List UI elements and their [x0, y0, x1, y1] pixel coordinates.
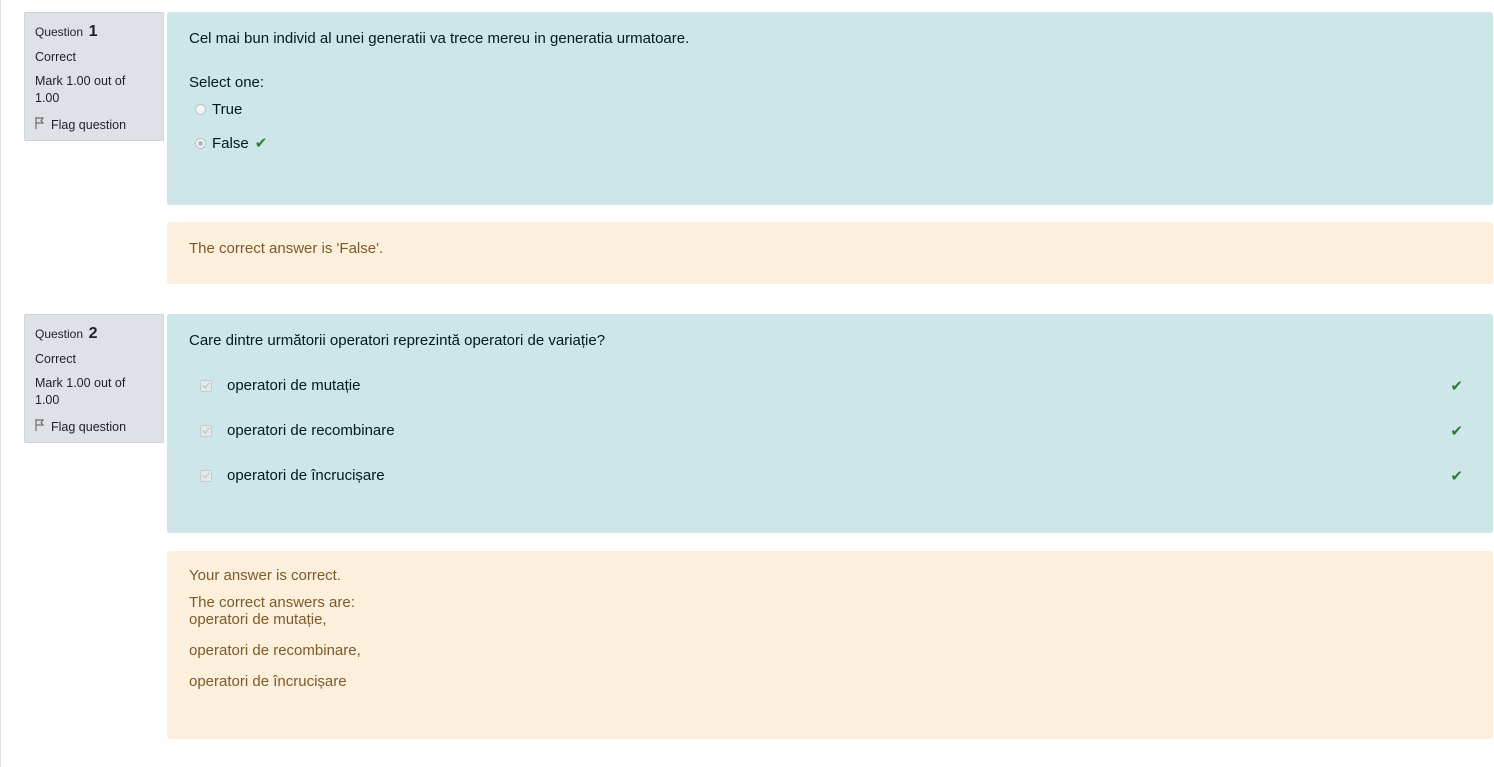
question-text: Care dintre următorii operatori reprezin… [189, 332, 606, 349]
correct-answers-heading: The correct answers are: [189, 594, 355, 611]
answer-label: operatori de recombinare [227, 422, 395, 439]
question-info: Question 2 Correct Mark 1.00 out of 1.00… [24, 314, 164, 443]
correct-answer-item: operatori de recombinare, [189, 642, 361, 659]
radio-button-selected[interactable] [195, 137, 206, 149]
correct-answer-item: operatori de încrucișare [189, 673, 347, 690]
correct-answer-text: The correct answer is 'False'. [189, 240, 384, 257]
answer-option-recombinare[interactable]: operatori de recombinare ✔ [189, 422, 1471, 440]
question-number: 2 [88, 325, 98, 342]
answer-label: False [212, 134, 249, 152]
question-formulation: Cel mai bun individ al unei generatii va… [167, 12, 1493, 205]
flag-question-link[interactable]: Flag question [35, 419, 153, 434]
question-formulation: Care dintre următorii operatori reprezin… [167, 314, 1493, 533]
question-label: Question [35, 25, 84, 39]
correct-answer-item: operatori de mutație, [189, 611, 327, 628]
flag-icon [35, 117, 45, 132]
question-state: Correct [35, 352, 76, 366]
question-state: Correct [35, 50, 76, 64]
page-left-border [0, 0, 1, 767]
answer-option-true[interactable]: True [189, 101, 1471, 118]
flag-question-link[interactable]: Flag question [35, 117, 153, 132]
question-feedback: The correct answer is 'False'. [167, 222, 1493, 284]
question-grade: Mark 1.00 out of 1.00 [35, 74, 126, 105]
check-icon: ✔ [254, 135, 268, 152]
question-feedback: Your answer is correct. The correct answ… [167, 551, 1493, 739]
checkbox-checked[interactable] [200, 379, 212, 392]
check-icon: ✔ [1450, 422, 1463, 440]
answer-option-false[interactable]: False ✔ [189, 134, 1471, 152]
checkbox-checked[interactable] [200, 424, 212, 437]
answer-option-mutatie[interactable]: operatori de mutație ✔ [189, 377, 1471, 395]
checkbox-checked[interactable] [200, 469, 212, 482]
flag-icon [35, 419, 45, 434]
question-label: Question [35, 327, 84, 341]
check-icon: ✔ [1450, 377, 1463, 395]
question-info: Question 1 Correct Mark 1.00 out of 1.00… [24, 12, 164, 141]
question-grade: Mark 1.00 out of 1.00 [35, 376, 126, 407]
flag-question-label: Flag question [51, 117, 127, 132]
question-text: Cel mai bun individ al unei generatii va… [189, 30, 690, 47]
answer-label: operatori de mutație [227, 377, 361, 394]
answer-label: True [212, 101, 243, 118]
answer-label: operatori de încrucișare [227, 467, 385, 484]
question-number: 1 [88, 23, 98, 40]
check-icon: ✔ [1450, 467, 1463, 485]
select-one-prompt: Select one: [189, 74, 265, 91]
flag-question-label: Flag question [51, 419, 127, 434]
radio-button[interactable] [195, 104, 206, 115]
answer-option-incrucisare[interactable]: operatori de încrucișare ✔ [189, 467, 1471, 485]
feedback-summary: Your answer is correct. [189, 567, 342, 584]
